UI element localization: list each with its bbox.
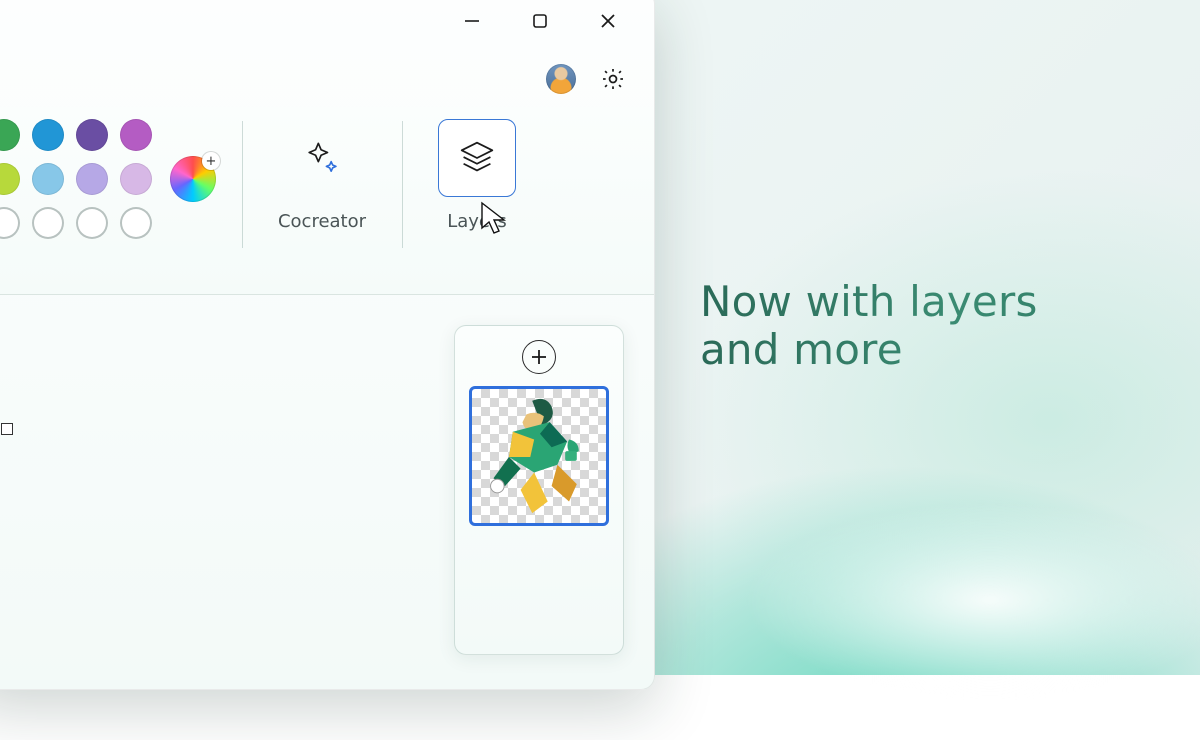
layers-label: Layers: [428, 211, 526, 232]
maximize-icon: [532, 13, 548, 29]
plus-icon: +: [202, 152, 220, 170]
account-bar: [0, 51, 654, 107]
color-swatch[interactable]: [120, 163, 152, 195]
close-button[interactable]: [576, 0, 640, 47]
color-palette: +: [0, 119, 216, 239]
layer-thumbnail-selected[interactable]: [469, 386, 609, 526]
edit-colors-button[interactable]: +: [170, 156, 216, 202]
titlebar: [0, 0, 654, 51]
color-swatch[interactable]: [0, 163, 20, 195]
layers-button[interactable]: [438, 119, 516, 197]
layer-artwork-icon: [476, 393, 602, 519]
color-swatch-empty[interactable]: [0, 207, 20, 239]
ribbon-colors-section: + .: [0, 113, 242, 276]
color-swatch[interactable]: [32, 163, 64, 195]
user-avatar[interactable]: [546, 64, 576, 94]
color-swatch-grid: [0, 119, 152, 239]
paint-app-window: + . Cocreator: [0, 0, 655, 690]
minimize-button[interactable]: [440, 0, 504, 47]
color-swatch[interactable]: [76, 119, 108, 151]
ribbon: + . Cocreator: [0, 107, 654, 295]
promo-headline: Now with layers and more: [700, 278, 1130, 375]
maximize-button[interactable]: [508, 0, 572, 47]
sparkle-icon: [300, 136, 344, 180]
add-layer-button[interactable]: [522, 340, 556, 374]
color-swatch-empty[interactable]: [120, 207, 152, 239]
ribbon-layers-section: Layers: [402, 113, 552, 276]
layers-panel: [454, 325, 624, 655]
minimize-icon: [463, 12, 481, 30]
close-icon: [599, 12, 617, 30]
gear-icon: [600, 66, 626, 92]
color-swatch[interactable]: [76, 163, 108, 195]
ribbon-cocreator-section: Cocreator: [242, 113, 402, 276]
cocreator-button[interactable]: [283, 119, 361, 197]
settings-button[interactable]: [598, 64, 628, 94]
color-swatch[interactable]: [120, 119, 152, 151]
canvas-resize-handle[interactable]: [1, 423, 13, 435]
color-swatch-empty[interactable]: [76, 207, 108, 239]
color-swatch-empty[interactable]: [32, 207, 64, 239]
color-swatch[interactable]: [0, 119, 20, 151]
color-swatch[interactable]: [32, 119, 64, 151]
cocreator-label: Cocreator: [268, 211, 376, 232]
layers-icon: [454, 135, 500, 181]
plus-icon: [530, 348, 548, 366]
